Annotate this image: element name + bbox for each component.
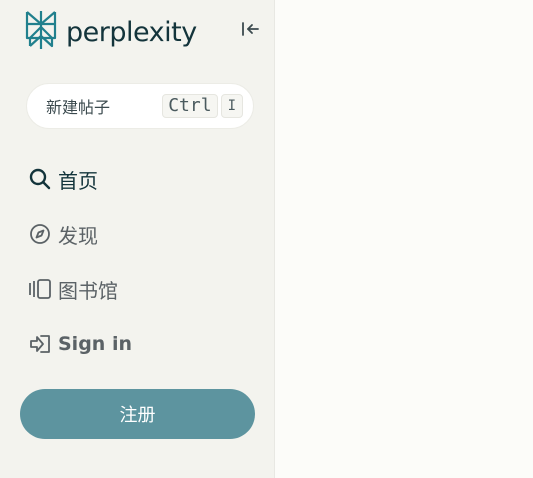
compass-icon — [28, 222, 52, 246]
new-thread-label: 新建帖子 — [46, 98, 111, 117]
nav-item-discover[interactable]: 发现 — [28, 219, 98, 249]
nav-item-label: 发现 — [58, 223, 98, 248]
collapse-sidebar-button[interactable] — [238, 20, 262, 42]
nav-item-label: 首页 — [58, 168, 98, 193]
nav-item-home[interactable]: 首页 — [28, 164, 98, 194]
library-icon — [28, 277, 52, 301]
shortcut-key: I — [220, 94, 243, 118]
nav-item-label: Sign in — [58, 333, 132, 355]
brand-logo[interactable]: perplexity — [24, 10, 197, 54]
signup-button[interactable]: 注册 — [20, 389, 255, 439]
nav-item-sign-in[interactable]: Sign in — [28, 329, 132, 359]
sidebar: perplexity 新建帖子 Ctrl I 首页 发现 图书馆 Sign in… — [0, 0, 275, 478]
main-content-area — [275, 0, 533, 478]
new-thread-button[interactable]: 新建帖子 Ctrl I — [26, 83, 254, 129]
brand-name: perplexity — [66, 16, 197, 48]
nav-item-label: 图书馆 — [58, 278, 118, 303]
perplexity-logo-icon — [24, 10, 58, 54]
search-icon — [28, 167, 52, 191]
sign-in-icon — [28, 332, 52, 356]
nav-item-library[interactable]: 图书馆 — [28, 274, 118, 304]
shortcut-ctrl: Ctrl — [162, 94, 218, 118]
signup-label: 注册 — [119, 405, 156, 426]
collapse-sidebar-icon — [240, 21, 260, 41]
